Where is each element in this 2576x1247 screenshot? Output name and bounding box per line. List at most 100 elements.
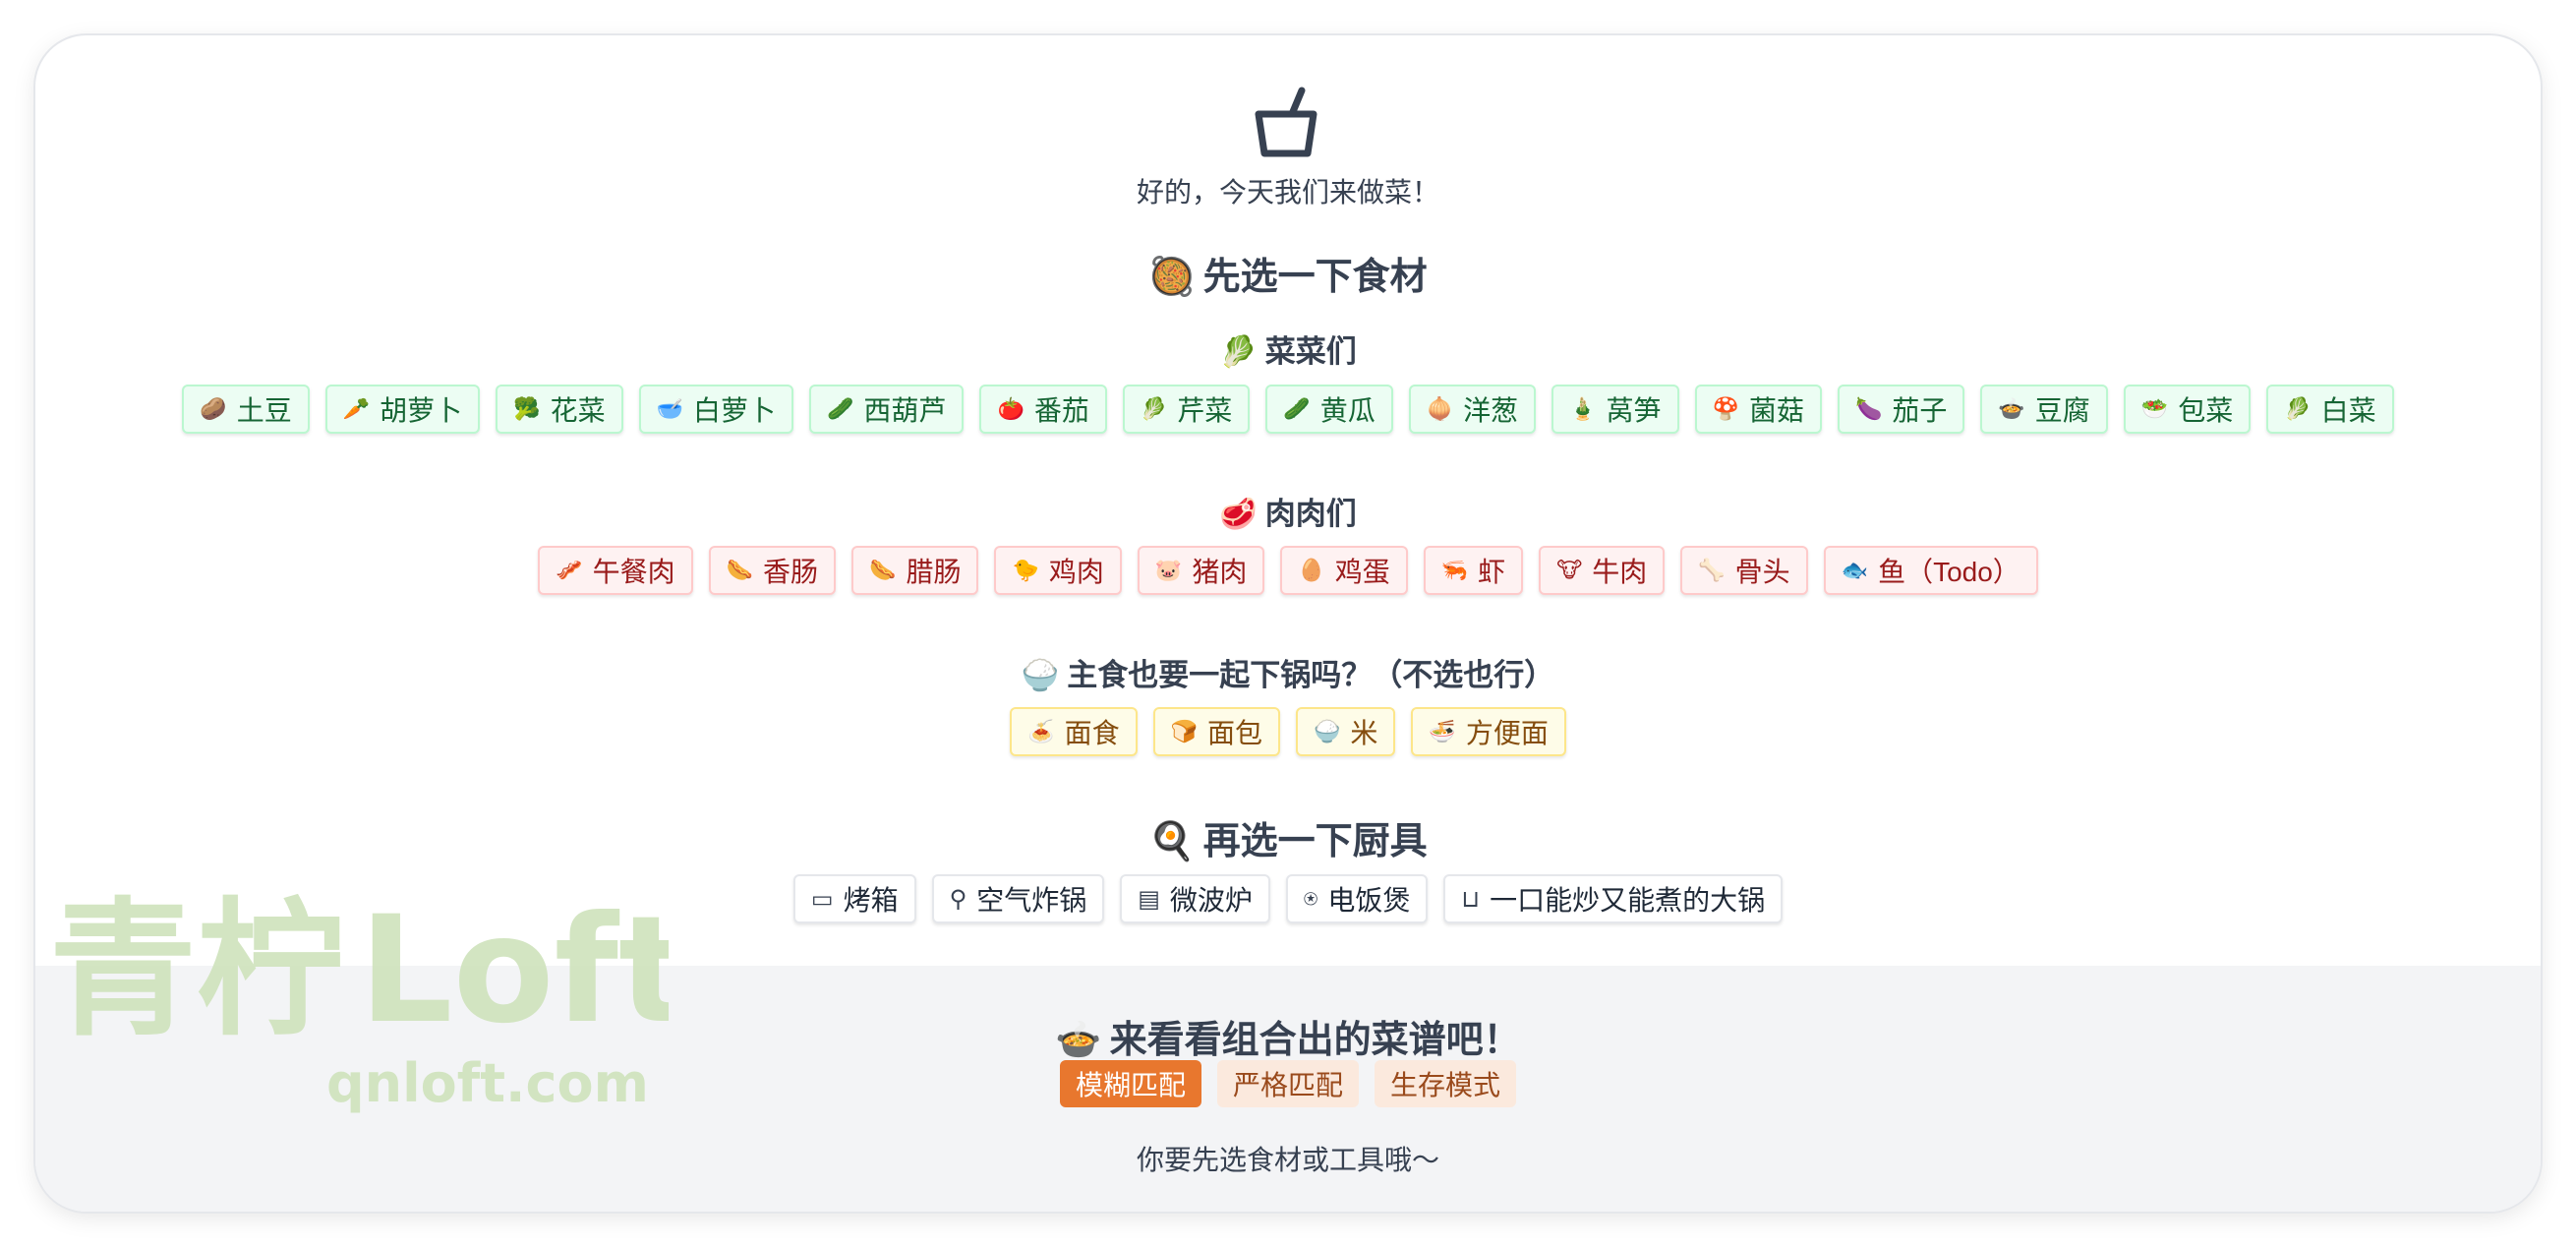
meat-label: 猪肉 xyxy=(1192,557,1248,587)
vegetable-tag[interactable]: 🥒 西葫芦 xyxy=(809,385,965,434)
meat-tag[interactable]: 🐮 牛肉 xyxy=(1539,546,1666,595)
staple-tag[interactable]: 🍞 面包 xyxy=(1152,707,1280,756)
vegetables-heading: 🥬 菜菜们 xyxy=(1219,334,1357,370)
tool-icon: ⍟ xyxy=(1303,885,1318,913)
vegetable-tag[interactable]: 🥕 胡萝卜 xyxy=(324,385,481,434)
rice-icon: 🍚 xyxy=(1021,658,1060,693)
match-mode-button[interactable]: 生存模式 xyxy=(1375,1060,1517,1107)
match-mode-button[interactable]: 严格匹配 xyxy=(1216,1060,1359,1107)
vegetable-tag[interactable]: 🧅 洋葱 xyxy=(1408,385,1537,434)
subtitle: 好的，今天我们来做菜！ xyxy=(1136,177,1439,208)
vegetable-icon: 🍆 xyxy=(1854,396,1883,422)
vegetable-icon: 🥬 xyxy=(2284,396,2312,422)
meat-tag[interactable]: 🥓 午餐肉 xyxy=(538,546,693,595)
meat-tag[interactable]: 🦐 虾 xyxy=(1423,546,1524,595)
tool-icon: ▤ xyxy=(1138,885,1160,913)
meats-heading: 🥩 肉肉们 xyxy=(1219,497,1357,532)
tool-tag[interactable]: ▤ 微波炉 xyxy=(1120,874,1270,923)
meat-icon: 🥚 xyxy=(1298,558,1325,583)
vegetable-icon: 🥬 xyxy=(1140,396,1168,422)
vegetable-tags: 🥔 土豆 🥕 胡萝卜 🥦 花菜 🥣 白萝卜 🥒 西葫芦 🍅 番茄 🥬 芹菜 🥒 黄瓜 🧅 洋葱 🎍 莴笋 🍄 菌菇 🍆 茄子 🍲… xyxy=(35,385,2541,434)
meat-icon: 🐤 xyxy=(1012,558,1039,583)
vegetable-label: 莴笋 xyxy=(1606,395,1662,426)
vegetable-icon: 🥕 xyxy=(342,396,371,422)
staple-tag[interactable]: 🍝 面食 xyxy=(1010,707,1138,756)
vegetable-tag[interactable]: 🥣 白萝卜 xyxy=(638,385,794,434)
meat-label: 香肠 xyxy=(763,557,819,587)
vegetable-tag[interactable]: 🥬 白菜 xyxy=(2266,385,2394,434)
soup-bowl-icon: 🍲 xyxy=(1055,1018,1102,1061)
vegetable-tag[interactable]: 🍆 茄子 xyxy=(1837,385,1965,434)
staple-icon: 🍚 xyxy=(1314,719,1341,744)
vegetable-tag[interactable]: 🍅 番茄 xyxy=(979,385,1107,434)
watermark-logo: 青柠 Loft qnloft.com xyxy=(49,885,669,1114)
vegetable-label: 花菜 xyxy=(550,395,606,426)
leafy-green-icon: 🥬 xyxy=(1219,334,1258,370)
vegetable-label: 茄子 xyxy=(1892,395,1948,426)
meat-label: 牛肉 xyxy=(1592,557,1648,587)
vegetable-tag[interactable]: 🥦 花菜 xyxy=(496,385,623,434)
vegetable-tag[interactable]: 🍲 豆腐 xyxy=(1980,385,2108,434)
meat-label: 虾 xyxy=(1478,557,1506,587)
meat-tag[interactable]: 🐤 鸡肉 xyxy=(994,546,1122,595)
vegetable-icon: 🥣 xyxy=(656,396,683,422)
tool-label: 电饭煲 xyxy=(1327,885,1411,916)
tool-tag[interactable]: ▭ 烤箱 xyxy=(792,874,916,923)
vegetable-label: 豆腐 xyxy=(2034,395,2090,426)
paella-icon: 🥘 xyxy=(1148,255,1196,298)
vegetable-tag[interactable]: 🥔 土豆 xyxy=(182,385,310,434)
tool-icon: ▭ xyxy=(810,885,834,913)
vegetable-label: 胡萝卜 xyxy=(380,395,463,426)
staple-label: 面食 xyxy=(1064,718,1120,748)
meat-icon: 🐟 xyxy=(1841,558,1869,583)
meat-icon: 🌭 xyxy=(726,558,754,583)
vegetable-label: 白菜 xyxy=(2320,395,2376,426)
meat-tag[interactable]: 🐟 鱼（Todo） xyxy=(1823,546,2038,595)
staple-tags: 🍝 面食 🍞 面包 🍚 米 🍜 方便面 xyxy=(35,707,2541,756)
meat-label: 骨头 xyxy=(1734,557,1790,587)
staple-tag[interactable]: 🍚 米 xyxy=(1296,707,1396,756)
staple-label: 米 xyxy=(1350,718,1378,748)
staple-tag[interactable]: 🍜 方便面 xyxy=(1411,707,1566,756)
vegetable-icon: 🎍 xyxy=(1569,396,1597,422)
meat-icon: 🥩 xyxy=(1219,497,1258,532)
meat-icon: 🐮 xyxy=(1556,558,1583,583)
vegetable-icon: 🥒 xyxy=(1283,396,1311,422)
vegetable-tag[interactable]: 🍄 菌菇 xyxy=(1694,385,1822,434)
ingredients-heading: 🥘 先选一下食材 xyxy=(1148,255,1428,298)
vegetable-tag[interactable]: 🥬 芹菜 xyxy=(1122,385,1251,434)
vegetable-tag[interactable]: 🥒 黄瓜 xyxy=(1265,385,1393,434)
vegetable-icon: 🍲 xyxy=(1998,396,2025,422)
meat-tag[interactable]: 🦴 骨头 xyxy=(1680,546,1808,595)
meat-icon: 🥓 xyxy=(556,558,583,583)
meat-icon: 🦴 xyxy=(1698,558,1726,583)
vegetable-icon: 🥗 xyxy=(2140,396,2169,422)
meat-tag[interactable]: 🌭 香肠 xyxy=(708,546,837,595)
meat-label: 鸡肉 xyxy=(1048,557,1104,587)
meat-tag[interactable]: 🥚 鸡蛋 xyxy=(1280,546,1408,595)
meat-icon: 🌭 xyxy=(869,558,897,583)
vegetable-icon: 🍄 xyxy=(1712,396,1739,422)
vegetable-label: 黄瓜 xyxy=(1319,395,1376,426)
meat-icon: 🦐 xyxy=(1440,558,1469,583)
tool-tag[interactable]: ⊔ 一口能炒又能煮的大锅 xyxy=(1443,874,1784,923)
staple-icon: 🍜 xyxy=(1429,719,1456,744)
staple-label: 面包 xyxy=(1206,718,1262,748)
match-mode-button[interactable]: 模糊匹配 xyxy=(1059,1060,1201,1107)
tool-tag[interactable]: ⍟ 电饭煲 xyxy=(1285,874,1429,923)
vegetable-icon: 🍅 xyxy=(997,396,1025,422)
staple-icon: 🍞 xyxy=(1170,719,1198,744)
meat-tag[interactable]: 🐷 猪肉 xyxy=(1137,546,1265,595)
tool-icon: ⊔ xyxy=(1461,885,1481,913)
vegetable-icon: 🥔 xyxy=(200,396,227,422)
meat-tag[interactable]: 🌭 腊肠 xyxy=(851,546,979,595)
tool-label: 烤箱 xyxy=(843,885,899,916)
tool-label: 一口能炒又能煮的大锅 xyxy=(1490,885,1766,916)
watermark-text-en: Loft xyxy=(359,885,669,1056)
vegetable-tag[interactable]: 🎍 莴笋 xyxy=(1551,385,1679,434)
tool-tag[interactable]: ⚲ 空气炸锅 xyxy=(931,874,1105,923)
vegetable-tag[interactable]: 🥗 包菜 xyxy=(2123,385,2252,434)
vegetable-icon: 🥦 xyxy=(513,396,541,422)
vegetable-label: 芹菜 xyxy=(1177,395,1233,426)
vegetable-label: 番茄 xyxy=(1033,395,1089,426)
